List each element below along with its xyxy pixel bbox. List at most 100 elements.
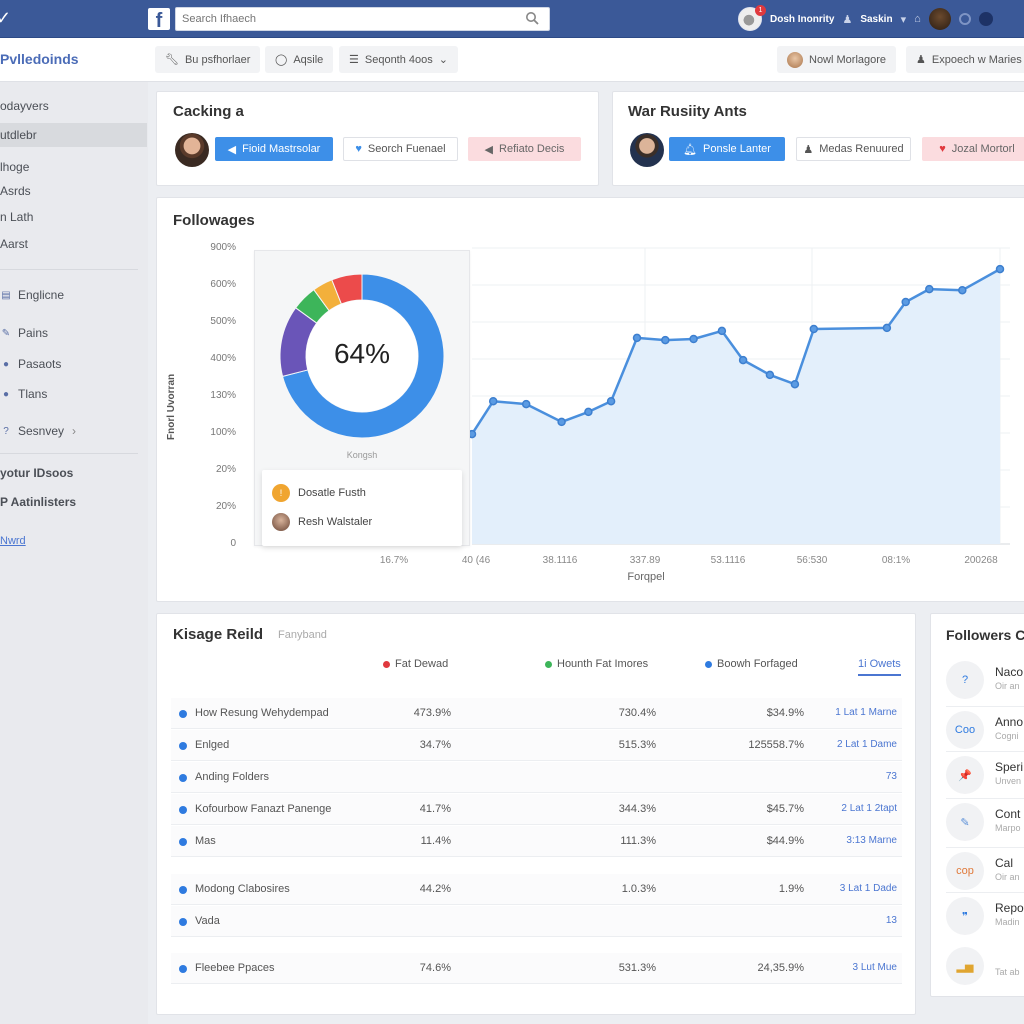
row-dot-icon	[179, 838, 187, 846]
sidebar-link[interactable]: Nwrd	[0, 535, 26, 547]
button-label: Fioid Mastrsolar	[242, 143, 321, 155]
chevron-right-icon: ›	[72, 424, 77, 438]
toolbar-button-2[interactable]: ◯ Aqsile	[265, 46, 334, 73]
sub-header: Pvlledoinds 🔧︎ Bu psfhorlaer ◯ Aqsile ☰ …	[0, 38, 1024, 82]
danger-action-button[interactable]: ♥ Jozal Mortorl	[922, 137, 1024, 161]
row-name: How Resung Wehydempad	[195, 707, 329, 719]
sidebar-item[interactable]: lhoge	[0, 155, 148, 179]
globe-icon: ●	[2, 358, 10, 370]
legend-item[interactable]: ! Dosatle Fusth	[272, 484, 366, 502]
secondary-action-button[interactable]: ♥ Seorch Fuenael	[343, 137, 458, 161]
follower-item[interactable]: ▂▅ Tat ab	[946, 947, 1024, 997]
cell-fat-dewad: 41.7%	[419, 803, 451, 815]
page-brand[interactable]: Pvlledoinds	[0, 51, 79, 67]
danger-action-button[interactable]: ◀ Refiato Decis	[468, 137, 581, 161]
follower-item[interactable]: ❞ Repo Madin	[946, 897, 1024, 947]
profile-avatar[interactable]	[928, 8, 951, 30]
avatar	[787, 51, 803, 68]
row-link[interactable]: 3:13 Marne	[811, 835, 897, 846]
person-icon[interactable]: ♟	[842, 13, 852, 26]
table-row[interactable]: Mas 11.4% 111.3% $44.9% 3:13 Marne	[171, 826, 902, 857]
messages-icon[interactable]	[958, 13, 971, 25]
sidebar-item-pains[interactable]: ✎ Pains	[0, 321, 148, 345]
tab-owets[interactable]: 1i Owets	[858, 658, 901, 676]
chevron-down-icon[interactable]: ▾	[901, 13, 907, 26]
sidebar-item-sesnvey[interactable]: ? Sesnvey ›	[0, 419, 148, 443]
column-header-1[interactable]: Fat Dewad	[383, 658, 448, 670]
blue-dot-icon	[705, 660, 712, 668]
toolbar-dropdown-button[interactable]: ☰ Seqonth 4oos ⌄	[339, 46, 458, 73]
row-link[interactable]: 2 Lat 1 2tapt	[811, 803, 897, 814]
y-tick-label: 100%	[210, 427, 236, 438]
sidebar-item[interactable]: P Aatinlisters	[0, 490, 148, 514]
sidebar-item-pasaots[interactable]: ● Pasaots	[0, 352, 148, 376]
pin-icon: 📌	[946, 756, 984, 794]
sidebar-item[interactable]: Aarst	[0, 232, 148, 256]
follower-desc: Oir an	[995, 872, 1020, 882]
row-link[interactable]: 1 Lat 1 Marne	[811, 707, 897, 718]
row-link[interactable]: 3 Lut Mue	[811, 962, 897, 973]
cell-hounth: 111.3%	[620, 835, 656, 847]
facebook-logo[interactable]: f	[148, 8, 170, 30]
column-header-2[interactable]: Hounth Fat Imores	[545, 658, 648, 670]
cell-fat-dewad: 11.4%	[420, 835, 451, 847]
row-link[interactable]: 13	[811, 915, 897, 926]
sidebar-item-tlans[interactable]: ● Tlans	[0, 382, 148, 406]
sidebar-item-label: Asrds	[0, 184, 31, 198]
user-avatar[interactable]: 1	[738, 5, 766, 31]
row-link[interactable]: 2 Lat 1 Dame	[811, 739, 897, 750]
row-name: Fleebee Ppaces	[195, 962, 275, 974]
secondary-action-button[interactable]: ♟ Medas Renuured	[796, 137, 911, 161]
sidebar-item[interactable]: n Lath	[0, 205, 148, 229]
search-icon[interactable]	[525, 11, 539, 25]
follower-item[interactable]: cop Cal Oir an	[946, 852, 1024, 902]
table-row[interactable]: Kofourbow Fanazt Panenge 41.7% 344.3% $45.7…	[171, 794, 902, 825]
table-row[interactable]: Modong Clabosires 44.2% 1.0.3% 1.9% 3 Lat 1 …	[171, 874, 902, 905]
menu-check-icon[interactable]: ✓	[0, 8, 11, 29]
tag-icon: ●	[2, 388, 10, 400]
menu-dropdown[interactable]: Saskin	[860, 14, 892, 25]
export-button[interactable]: ♟ Expoech w Maries	[906, 46, 1024, 73]
legend-item[interactable]: Resh Walstaler	[272, 513, 372, 531]
avatar[interactable]	[175, 133, 209, 167]
megaphone-icon: ◀	[227, 143, 237, 156]
home-icon[interactable]: ⌂	[914, 13, 921, 25]
table-row[interactable]: Fleebee Ppaces 74.6% 531.3% 24,35.9% 3 Lut M…	[171, 953, 902, 984]
search-input[interactable]	[176, 8, 506, 30]
row-link[interactable]: 73	[811, 771, 897, 782]
follower-item[interactable]: Coo Anno Cogni	[946, 711, 1024, 761]
toolbar-button-1[interactable]: 🔧︎ Bu psfhorlaer	[155, 46, 261, 73]
column-header-3[interactable]: Boowh Forfaged	[705, 658, 798, 670]
sidebar-item[interactable]: Asrds	[0, 179, 148, 203]
primary-action-button[interactable]: ◀ Fioid Mastrsolar	[215, 137, 333, 161]
toolbar-button-label: Bu psfhorlaer	[184, 53, 251, 66]
legend-label: Resh Walstaler	[298, 516, 373, 528]
sidebar-item-active[interactable]: utdlebr	[0, 123, 147, 147]
sidebar-item[interactable]: odayvers	[0, 94, 148, 118]
sidebar-item-englicne[interactable]: ▤ Englicne	[0, 283, 148, 307]
cell-fat-dewad: 44.2%	[419, 883, 451, 895]
sidebar-item-label: Tlans	[18, 387, 48, 401]
y-tick-label: 400%	[210, 353, 236, 364]
table-row[interactable]: Enlged 34.7% 515.3% 125558.7% 2 Lat 1 Dame	[171, 730, 902, 761]
avatar[interactable]	[630, 133, 664, 167]
table-row[interactable]: Anding Folders 73	[171, 762, 902, 793]
table-subtitle[interactable]: Fanyband	[278, 629, 327, 641]
follower-desc: Marpo	[995, 823, 1021, 833]
follower-item[interactable]: ? Naco Oir an	[946, 661, 1024, 711]
sidebar-item[interactable]: yotur IDsoos	[0, 461, 148, 485]
follower-item[interactable]: ✎ Cont Marpo	[946, 803, 1024, 853]
toolbar-button-label: Aqsile	[293, 53, 324, 66]
primary-action-button[interactable]: 🔔︎ Ponsle Lanter	[669, 137, 785, 161]
donut-center-label: 64%	[333, 338, 391, 369]
x-tick-label: 53.1116	[710, 555, 746, 566]
sidebar-item-label: Sesnvey	[18, 424, 65, 438]
user-name-link[interactable]: Dosh Inonrity	[770, 14, 834, 25]
table-row[interactable]: How Resung Wehydempad 473.9% 730.4% $34.9% 1…	[171, 698, 902, 729]
settings-icon[interactable]	[978, 12, 993, 26]
table-row[interactable]: Vada 13	[171, 906, 902, 937]
cell-boowh: 24,35.9%	[757, 962, 804, 974]
column-label: Fat Dewad	[395, 658, 449, 670]
profile-button[interactable]: Nowl Morlagore	[777, 46, 897, 73]
row-link[interactable]: 3 Lat 1 Dade	[811, 883, 897, 894]
